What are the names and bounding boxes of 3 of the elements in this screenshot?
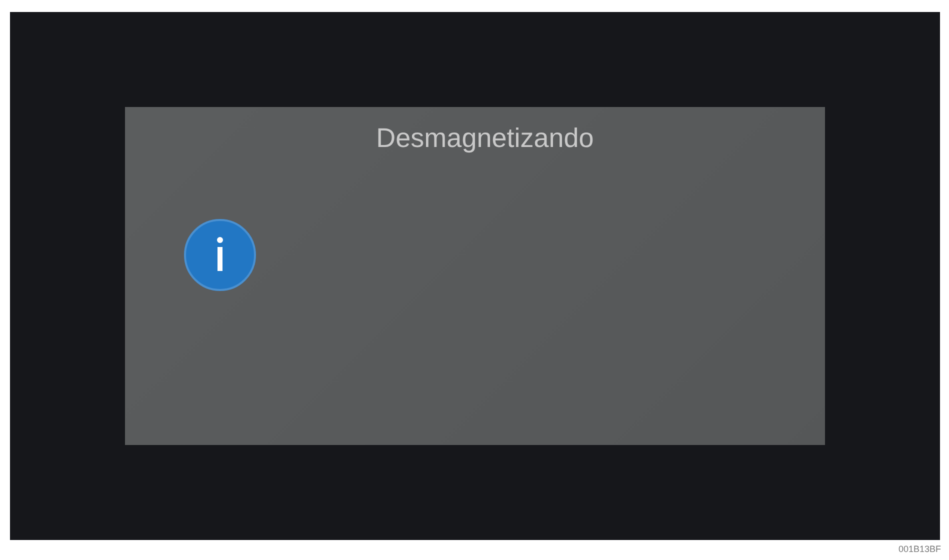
dialog-title: Desmagnetizando: [376, 123, 594, 154]
figure-id: 001B13BF: [898, 544, 941, 556]
info-icon: [183, 218, 257, 292]
